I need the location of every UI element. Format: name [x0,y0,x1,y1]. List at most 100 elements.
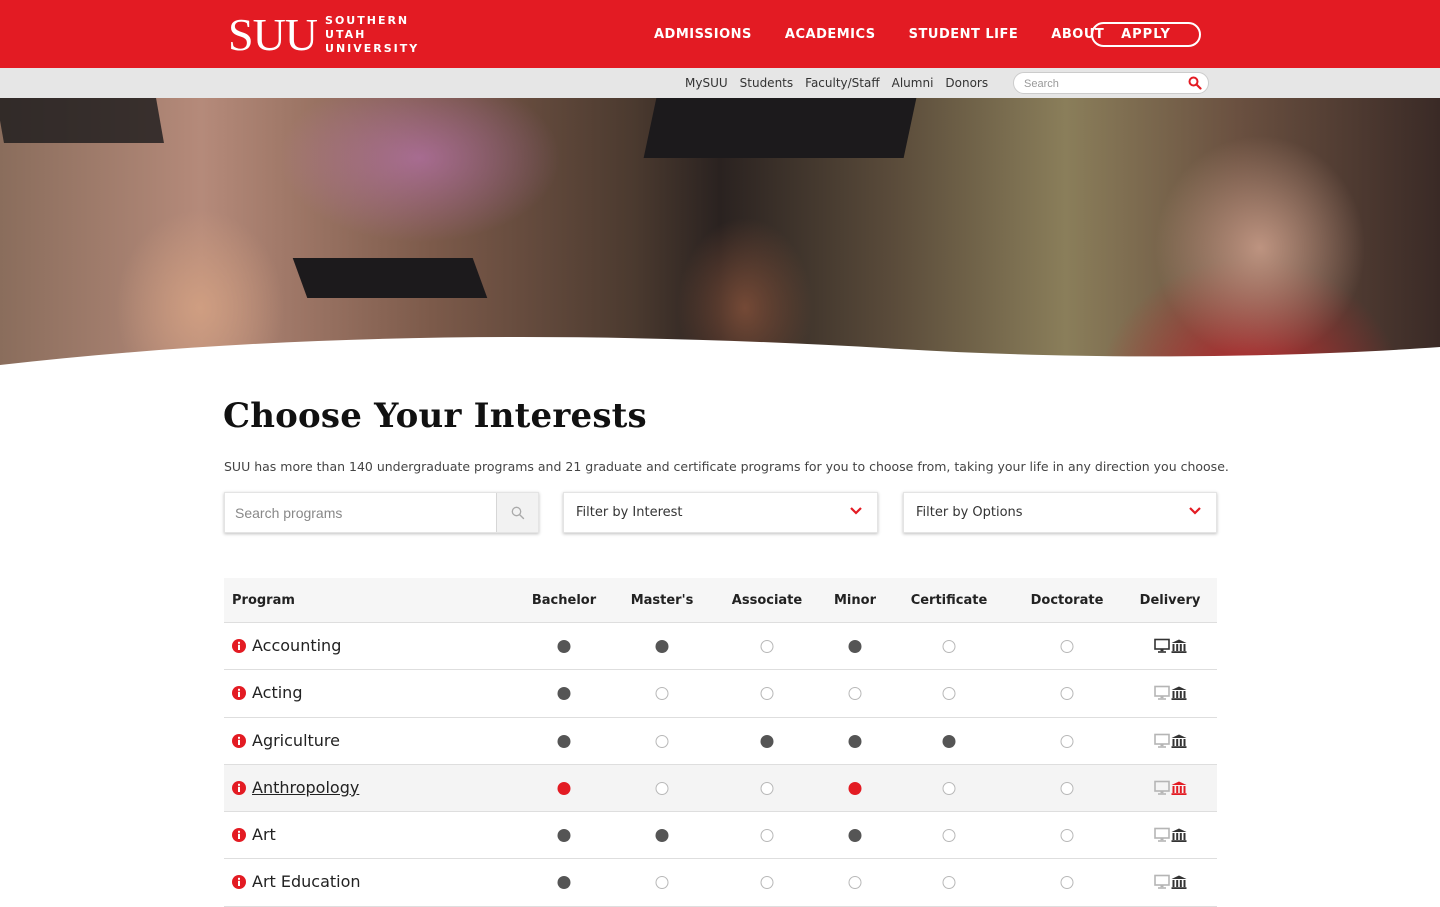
nav-student-life[interactable]: STUDENT LIFE [909,27,1019,42]
availability-dot-certificate [942,687,956,701]
campus-building-icon [1171,639,1187,653]
utility-link-faculty-staff[interactable]: Faculty/Staff [805,76,879,90]
info-icon[interactable] [232,733,246,748]
availability-dot-certificate [942,829,956,843]
online-monitor-icon [1154,685,1170,701]
program-name-link[interactable]: Art [252,825,276,844]
hero-wave [0,337,1440,373]
table-row[interactable]: Anthropology [224,764,1217,813]
column-header-bachelor[interactable]: Bachelor [532,593,596,608]
table-row[interactable]: Art Education [224,859,1217,907]
availability-dot-masters [655,829,669,843]
table-header: Program Bachelor Master's Associate Mino… [224,578,1217,623]
filter-by-options[interactable]: Filter by Options [903,492,1217,533]
column-header-program[interactable]: Program [232,593,295,608]
column-header-minor[interactable]: Minor [834,593,876,608]
program-search-button[interactable] [496,493,538,532]
availability-dot-minor [848,640,862,653]
availability-dot-associate [760,829,774,843]
info-icon[interactable] [232,875,246,890]
main-nav: ADMISSIONS ACADEMICS STUDENT LIFE ABOUT [654,0,1137,68]
availability-dot-masters [655,876,669,890]
online-monitor-icon [1154,733,1170,748]
column-header-associate[interactable]: Associate [732,593,802,608]
campus-building-icon [1171,686,1187,701]
program-name-link[interactable]: Acting [252,683,302,702]
column-header-certificate[interactable]: Certificate [911,593,988,608]
availability-dot-doctorate [1060,829,1074,843]
program-name-link[interactable]: Anthropology [252,778,359,797]
search-icon[interactable] [1188,76,1202,90]
site-search-input[interactable] [1024,76,1184,91]
utility-link-donors[interactable]: Donors [945,76,988,90]
info-icon[interactable] [232,780,246,795]
online-monitor-icon [1154,780,1170,795]
graduation-cap-shape [292,258,488,298]
delivery-icons [1154,780,1187,795]
site-header: SUU SOUTHERN UTAH UNIVERSITY ADMISSIONS … [0,0,1440,68]
nav-admissions[interactable]: ADMISSIONS [654,27,752,42]
search-icon [511,506,524,519]
campus-building-icon [1171,828,1187,843]
delivery-icons [1154,638,1187,653]
table-row[interactable]: Art [224,812,1217,860]
availability-dot-minor [848,876,862,890]
site-search [1013,72,1209,94]
logo-line-2: UTAH [325,28,367,41]
column-header-doctorate[interactable]: Doctorate [1031,593,1104,608]
delivery-icons [1154,875,1187,890]
utility-nav: MySUU Students Faculty/Staff Alumni Dono… [685,68,1000,98]
availability-dot-minor [848,734,862,748]
info-icon[interactable] [232,639,246,653]
availability-dot-minor [848,687,862,701]
logo-mark: SUU [228,9,318,60]
online-monitor-icon [1154,875,1170,890]
availability-dot-certificate [942,734,956,748]
availability-dot-masters [655,640,669,653]
hero-image [0,98,1440,373]
campus-building-icon [1171,734,1187,748]
availability-dot-associate [760,687,774,701]
logo-wordmark: SOUTHERN UTAH UNIVERSITY [325,14,419,56]
availability-dot-bachelor [557,876,571,890]
availability-dot-bachelor [557,781,571,795]
graduation-cap-shape [0,98,164,143]
filter-interest-label: Filter by Interest [576,505,683,520]
apply-button[interactable]: APPLY [1091,22,1201,47]
availability-dot-bachelor [557,640,571,653]
column-header-masters[interactable]: Master's [631,593,694,608]
logo-line-1: SOUTHERN [325,14,410,27]
program-search [224,492,539,533]
nav-academics[interactable]: ACADEMICS [785,27,876,42]
program-name-link[interactable]: Art Education [252,872,361,891]
info-icon[interactable] [232,828,246,843]
chevron-down-icon [850,507,862,515]
info-icon[interactable] [232,686,246,701]
table-row[interactable]: Accounting [224,623,1217,671]
filter-by-interest[interactable]: Filter by Interest [563,492,878,533]
delivery-icons [1154,733,1187,748]
program-search-input[interactable] [235,504,490,522]
availability-dot-certificate [942,640,956,653]
availability-dot-bachelor [557,734,571,748]
availability-dot-doctorate [1060,734,1074,748]
availability-dot-certificate [942,876,956,890]
utility-bar: MySUU Students Faculty/Staff Alumni Dono… [0,68,1440,98]
chevron-down-icon [1189,507,1201,515]
column-header-delivery[interactable]: Delivery [1140,593,1201,608]
table-row[interactable]: Acting [224,670,1217,718]
program-name-link[interactable]: Agriculture [252,731,340,750]
campus-building-icon [1171,875,1187,890]
program-name-link[interactable]: Accounting [252,636,341,655]
utility-link-mysuu[interactable]: MySUU [685,76,728,90]
availability-dot-minor [848,781,862,795]
availability-dot-doctorate [1060,640,1074,653]
utility-link-students[interactable]: Students [740,76,794,90]
filter-options-label: Filter by Options [916,505,1023,520]
utility-link-alumni[interactable]: Alumni [892,76,934,90]
availability-dot-certificate [942,781,956,795]
campus-building-icon [1171,781,1187,795]
table-row[interactable]: Agriculture [224,718,1217,765]
suu-logo[interactable]: SUU SOUTHERN UTAH UNIVERSITY [228,12,419,58]
intro-text: SUU has more than 140 undergraduate prog… [224,459,1229,474]
